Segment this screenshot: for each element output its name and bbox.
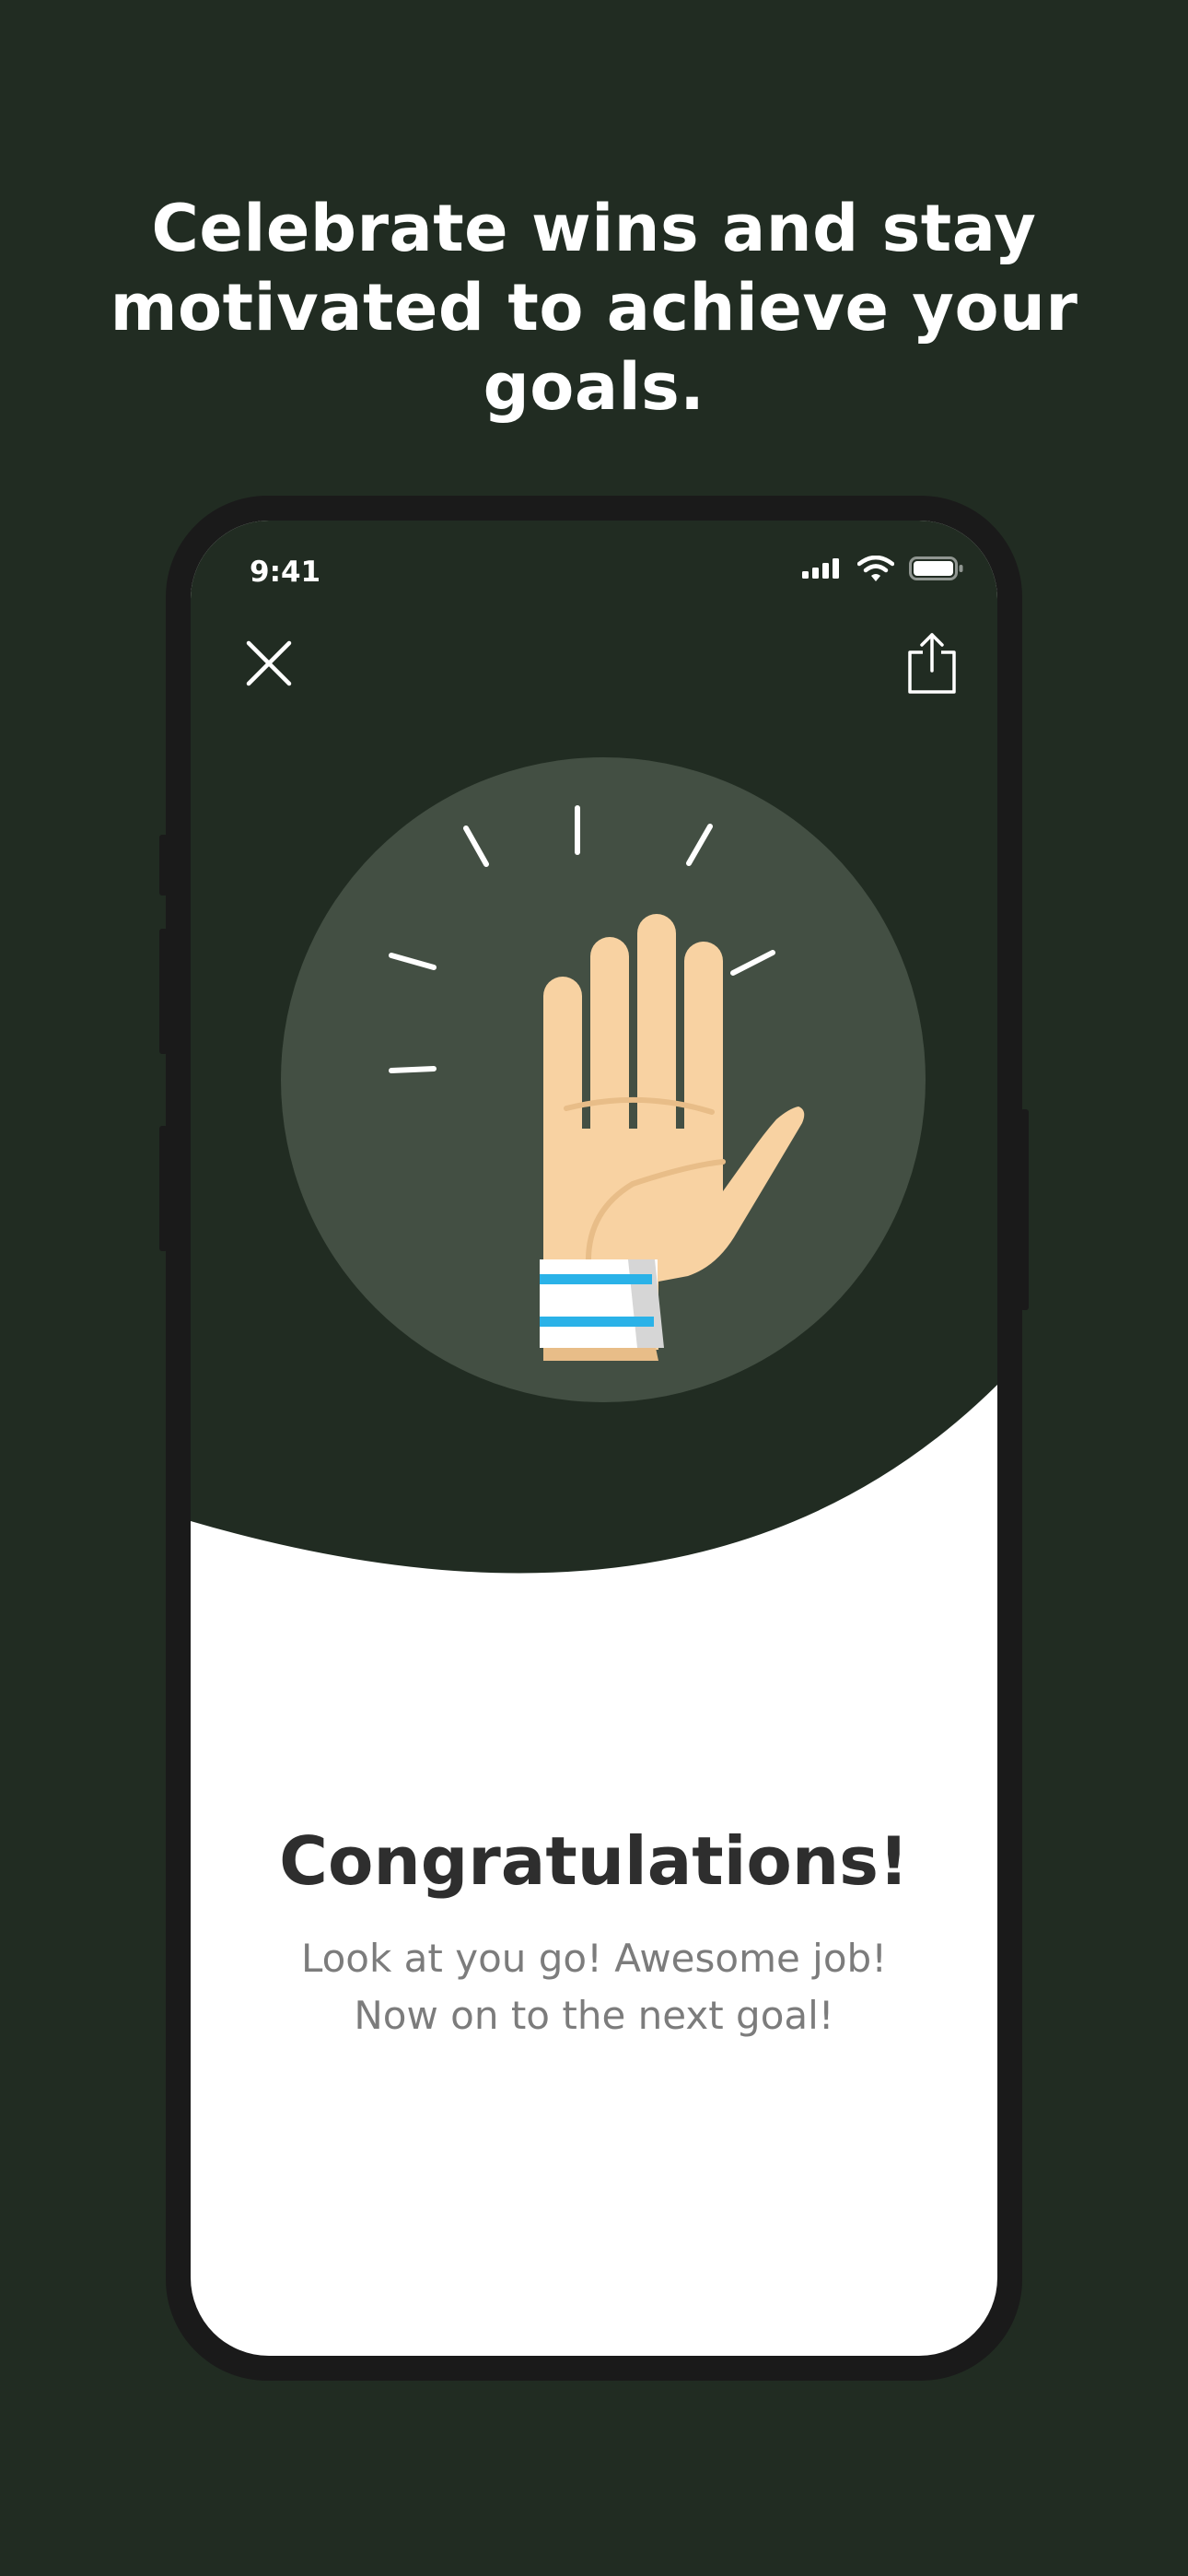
close-button[interactable] bbox=[227, 622, 310, 705]
share-icon bbox=[908, 633, 956, 694]
promo-headline-line-1: Celebrate wins and stay bbox=[151, 191, 1037, 266]
phone-power-button bbox=[1020, 1109, 1029, 1310]
close-icon bbox=[246, 640, 292, 686]
status-bar-icons bbox=[802, 555, 964, 581]
promo-headline: Celebrate wins and stay motivated to ach… bbox=[87, 189, 1101, 427]
promo-headline-line-3: goals. bbox=[483, 349, 705, 425]
phone-volume-up-button bbox=[159, 929, 168, 1054]
celebration-illustration bbox=[191, 521, 997, 1574]
wifi-icon bbox=[856, 555, 895, 581]
message-line-2: Now on to the next goal! bbox=[354, 1993, 834, 2038]
promo-headline-line-2: motivated to achieve your bbox=[110, 270, 1078, 345]
battery-icon bbox=[909, 556, 964, 580]
phone-silent-switch bbox=[159, 835, 168, 896]
status-bar-time: 9:41 bbox=[250, 556, 321, 589]
congratulations-message: Look at you go! Awesome job! Now on to t… bbox=[246, 1930, 942, 2044]
message-line-1: Look at you go! Awesome job! bbox=[300, 1936, 888, 1981]
cellular-signal-icon bbox=[802, 558, 843, 579]
share-button[interactable] bbox=[891, 622, 973, 705]
phone-volume-down-button bbox=[159, 1126, 168, 1251]
congratulations-title: Congratulations! bbox=[279, 1822, 909, 1900]
phone-screen: 9:41 Congratulations! Look at you go! Aw… bbox=[191, 521, 997, 2356]
phone-frame: 9:41 Congratulations! Look at you go! Aw… bbox=[159, 496, 1029, 2381]
